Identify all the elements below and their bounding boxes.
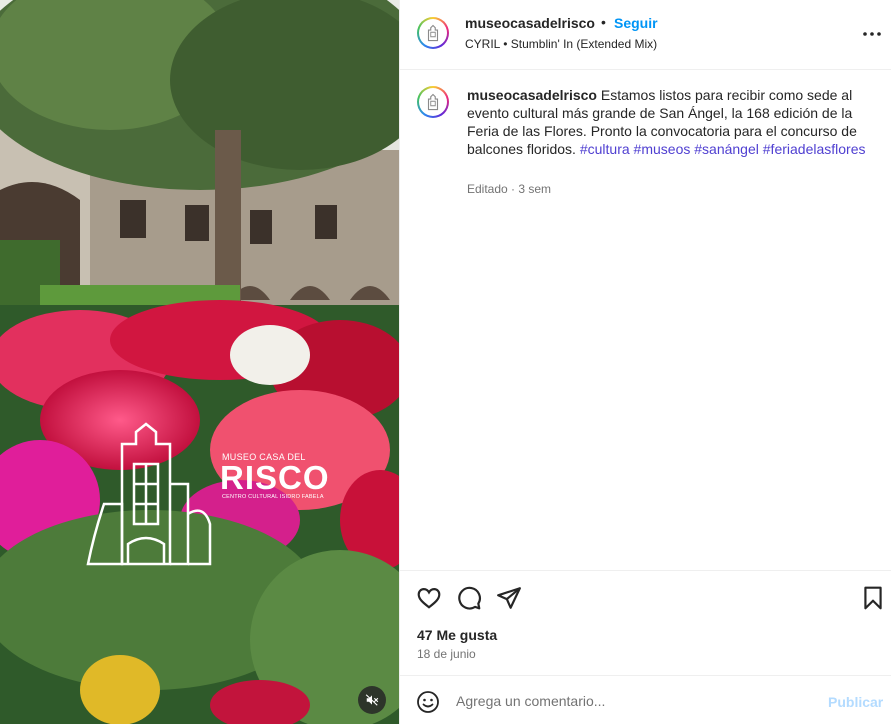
museum-avatar-icon bbox=[427, 24, 439, 42]
post-video[interactable]: MUSEO CASA DEL RISCO CENTRO CULTURAL ISI… bbox=[0, 0, 399, 724]
caption-meta: Editado · 3 sem bbox=[467, 182, 552, 196]
more-options-icon[interactable] bbox=[860, 24, 884, 44]
post-actions: 47 Me gusta 18 de junio bbox=[400, 570, 891, 674]
caption-avatar[interactable] bbox=[417, 86, 449, 118]
caption-username[interactable]: museocasadelrisco bbox=[467, 87, 597, 103]
likes-count[interactable]: 47 Me gusta bbox=[417, 627, 497, 643]
logo-name: RISCO bbox=[220, 459, 330, 496]
comment-icon[interactable] bbox=[456, 585, 482, 611]
mute-toggle-button[interactable] bbox=[358, 686, 386, 714]
publish-button[interactable]: Publicar bbox=[828, 694, 883, 710]
logo-subtitle: CENTRO CULTURAL ISIDRO FABELA bbox=[222, 494, 324, 500]
comment-input[interactable] bbox=[456, 689, 816, 713]
post-details-panel: museocasadelrisco • Seguir CYRIL • Stumb… bbox=[399, 0, 891, 724]
emoji-icon[interactable] bbox=[416, 690, 440, 714]
hashtag-link[interactable]: #museos bbox=[634, 141, 691, 157]
video-frame bbox=[0, 0, 399, 724]
hashtag-link[interactable]: #cultura bbox=[580, 141, 630, 157]
comment-bar: Publicar bbox=[400, 675, 891, 724]
bookmark-icon[interactable] bbox=[860, 585, 886, 611]
hashtag-link[interactable]: #feriadelasflores bbox=[763, 141, 866, 157]
heart-icon[interactable] bbox=[416, 585, 442, 611]
post-header: museocasadelrisco • Seguir CYRIL • Stumb… bbox=[400, 0, 891, 70]
comments-area: museocasadelrisco Estamos listos para re… bbox=[400, 71, 891, 570]
post-date: 18 de junio bbox=[417, 647, 476, 661]
share-icon[interactable] bbox=[496, 585, 522, 611]
muted-speaker-icon bbox=[365, 694, 379, 706]
follow-button[interactable]: Seguir bbox=[614, 15, 658, 31]
museum-logo: MUSEO CASA DEL RISCO CENTRO CULTURAL ISI… bbox=[84, 414, 329, 570]
hashtag-link[interactable]: #sanángel bbox=[694, 141, 759, 157]
audio-track-link[interactable]: CYRIL • Stumblin' In (Extended Mix) bbox=[465, 37, 657, 51]
header-username[interactable]: museocasadelrisco bbox=[465, 15, 595, 31]
post-caption: museocasadelrisco Estamos listos para re… bbox=[467, 86, 877, 158]
avatar[interactable] bbox=[417, 17, 449, 49]
header-separator: • bbox=[601, 14, 606, 30]
museum-avatar-icon bbox=[427, 93, 439, 111]
